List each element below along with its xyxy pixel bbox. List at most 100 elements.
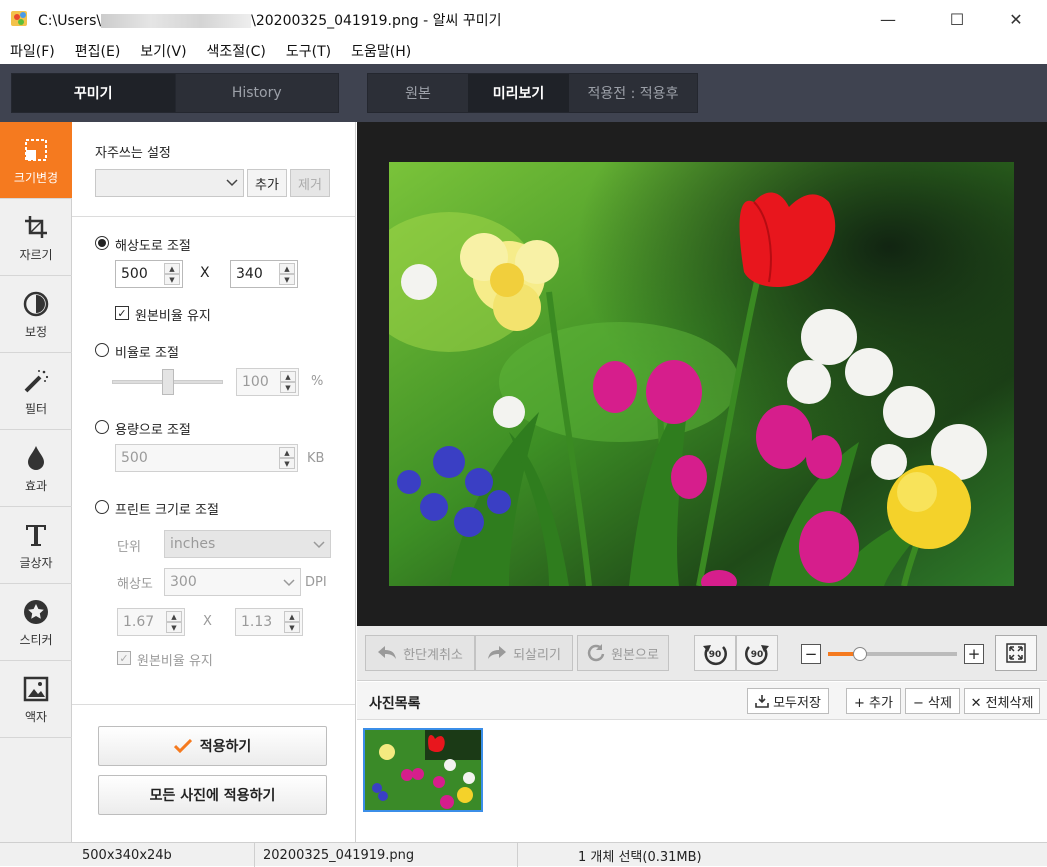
svg-text:90: 90 <box>709 650 722 660</box>
sidebar-item-resize[interactable]: 크기변경 <box>0 122 72 199</box>
window-title: C:\Users\ \20200325_041919.png - 알씨 꾸미기 <box>38 13 502 29</box>
photo-thumbnail[interactable] <box>363 728 483 812</box>
unit-select[interactable]: inches <box>164 530 331 558</box>
text-icon <box>23 520 49 550</box>
sidebar-item-crop[interactable]: 자르기 <box>0 199 72 276</box>
chevron-down-icon <box>283 579 295 587</box>
chevron-down-icon <box>226 179 238 187</box>
ratio-slider-handle[interactable] <box>161 369 174 395</box>
menu-view[interactable]: 보기(V) <box>140 41 186 61</box>
rotate-right-button[interactable]: 90 <box>736 635 778 671</box>
redo-arrow-icon <box>488 646 507 659</box>
by-separator: X <box>200 265 210 281</box>
radio-ratio-label: 비율로 조절 <box>115 346 179 361</box>
sidebar-label: 보정 <box>24 324 48 339</box>
star-badge-icon <box>23 597 49 627</box>
print-width-stepper[interactable]: ▲ ▼ <box>166 611 182 633</box>
radio-size-label: 용량으로 조절 <box>115 423 191 438</box>
menu-bar: 파일(F) 편집(E) 보기(V) 색조절(C) 도구(T) 도움말(H) <box>0 38 1047 64</box>
sidebar-item-textbox[interactable]: 글상자 <box>0 507 72 584</box>
radio-size[interactable] <box>95 420 109 434</box>
delete-all-button[interactable]: ✕ 전체삭제 <box>964 688 1040 714</box>
menu-tools[interactable]: 도구(T) <box>286 41 331 61</box>
fit-screen-button[interactable] <box>995 635 1037 671</box>
download-icon <box>755 695 769 708</box>
menu-color[interactable]: 색조절(C) <box>207 41 266 61</box>
picture-frame-icon <box>23 674 49 704</box>
redo-button[interactable]: 되살리기 <box>475 635 573 671</box>
sidebar-item-filter[interactable]: 필터 <box>0 353 72 430</box>
res-select[interactable]: 300 <box>164 568 301 596</box>
sidebar-item-effect[interactable]: 효과 <box>0 430 72 507</box>
left-tabs: 꾸미기 History <box>11 73 339 113</box>
zoom-in-button[interactable]: + <box>964 644 984 664</box>
height-input[interactable]: 340 ▲ ▼ <box>230 260 298 288</box>
close-button[interactable]: ✕ <box>993 0 1039 38</box>
status-dimensions: 500x340x24b <box>0 843 255 867</box>
sidebar-item-adjust[interactable]: 보정 <box>0 276 72 353</box>
status-bar: 500x340x24b 20200325_041919.png 1 개체 선택(… <box>0 842 1047 867</box>
settings-panel: 자주쓰는 설정 추가 제거 해상도로 조절 500 ▲ ▼ X 340 ▲ ▼ ✓ 원본… <box>72 122 356 842</box>
remove-favorite-button[interactable]: 제거 <box>290 169 330 197</box>
favorites-select[interactable] <box>95 169 244 197</box>
dpi-unit: DPI <box>305 575 327 590</box>
zoom-out-button[interactable]: − <box>801 644 821 664</box>
radio-resolution[interactable] <box>95 236 109 250</box>
undo-button[interactable]: 한단계취소 <box>365 635 475 671</box>
radio-ratio[interactable] <box>95 343 109 357</box>
sidebar-item-sticker[interactable]: 스티커 <box>0 584 72 661</box>
width-input[interactable]: 500 ▲ ▼ <box>115 260 183 288</box>
kb-unit: KB <box>307 451 325 466</box>
tab-decorate[interactable]: 꾸미기 <box>12 74 175 112</box>
radio-resolution-label: 해상도로 조절 <box>115 239 191 254</box>
tab-preview[interactable]: 미리보기 <box>468 74 569 112</box>
keep-ratio2-label: 원본비율 유지 <box>137 654 213 669</box>
resize-icon <box>24 135 48 165</box>
preview-photo[interactable] <box>389 162 1014 586</box>
zoom-slider[interactable] <box>828 652 957 656</box>
sidebar-label: 크기변경 <box>13 170 59 185</box>
svg-text:90: 90 <box>751 650 764 660</box>
magic-wand-icon <box>23 366 49 396</box>
sidebar-label: 효과 <box>24 478 48 493</box>
tab-history[interactable]: History <box>174 74 339 112</box>
add-photo-button[interactable]: + 추가 <box>846 688 901 714</box>
sidebar-label: 글상자 <box>19 555 53 570</box>
keep-ratio2-checkbox[interactable]: ✓ <box>117 651 131 665</box>
menu-help[interactable]: 도움말(H) <box>351 41 411 61</box>
minimize-button[interactable]: — <box>865 0 911 38</box>
menu-file[interactable]: 파일(F) <box>10 41 55 61</box>
apply-button[interactable]: 적용하기 <box>98 726 327 766</box>
print-height-stepper[interactable]: ▲ ▼ <box>284 611 300 633</box>
tab-original[interactable]: 원본 <box>368 74 468 112</box>
ratio-stepper[interactable]: ▲ ▼ <box>280 371 296 393</box>
radio-print[interactable] <box>95 500 109 514</box>
width-stepper[interactable]: ▲ ▼ <box>164 263 180 285</box>
save-all-button[interactable]: 모두저장 <box>747 688 829 714</box>
zoom-slider-handle[interactable] <box>853 647 868 661</box>
rotate-left-button[interactable]: 90 <box>694 635 736 671</box>
height-stepper[interactable]: ▲ ▼ <box>279 263 295 285</box>
add-favorite-button[interactable]: 추가 <box>247 169 287 197</box>
print-height-input[interactable]: 1.13 ▲ ▼ <box>235 608 303 636</box>
status-selection: 1 개체 선택(0.31MB) <box>578 849 702 865</box>
keep-ratio-checkbox[interactable]: ✓ <box>115 306 129 320</box>
percent-unit: % <box>311 374 324 389</box>
app-icon <box>11 11 27 26</box>
delete-photo-button[interactable]: − 삭제 <box>905 688 960 714</box>
photo-list-title: 사진목록 <box>369 696 421 712</box>
revert-button[interactable]: 원본으로 <box>577 635 669 671</box>
crop-icon <box>24 212 48 242</box>
size-input[interactable]: 500 ▲ ▼ <box>115 444 298 472</box>
print-width-input[interactable]: 1.67 ▲ ▼ <box>117 608 185 636</box>
tab-before-after[interactable]: 적용전 : 적용후 <box>569 74 697 112</box>
undo-arrow-icon <box>378 646 397 659</box>
revert-icon <box>587 644 605 662</box>
apply-all-button[interactable]: 모든 사진에 적용하기 <box>98 775 327 815</box>
sidebar-item-frame[interactable]: 액자 <box>0 661 72 738</box>
ratio-input[interactable]: 100 ▲ ▼ <box>236 368 299 396</box>
menu-edit[interactable]: 편집(E) <box>75 41 121 61</box>
maximize-button[interactable]: ☐ <box>934 0 980 38</box>
size-stepper[interactable]: ▲ ▼ <box>279 447 295 469</box>
rotate-left-icon: 90 <box>703 645 727 666</box>
